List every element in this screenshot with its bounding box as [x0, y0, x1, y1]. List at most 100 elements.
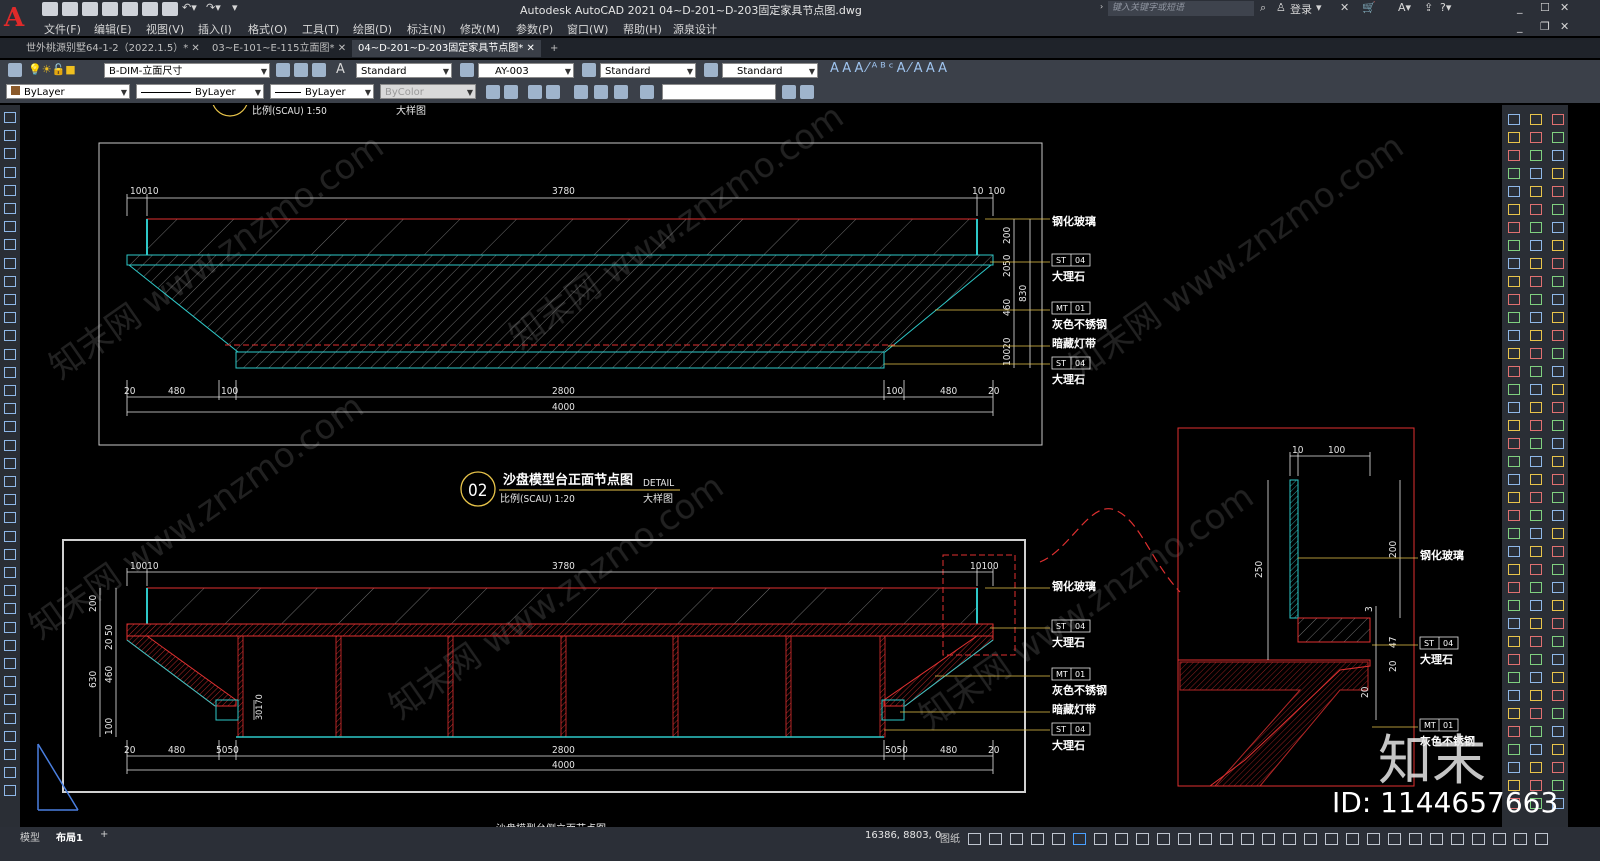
tab-model[interactable]: 模型 [20, 829, 40, 844]
status-toggle-icon[interactable] [1493, 833, 1506, 845]
draw-tool-icon[interactable] [4, 221, 16, 233]
undo-icon[interactable]: ↶▾ [182, 1, 197, 14]
modify-tool-icon[interactable] [1530, 528, 1542, 539]
draw-tool-icon[interactable] [4, 439, 16, 451]
modify-tool-icon[interactable] [1530, 294, 1542, 305]
save-as-icon[interactable] [102, 2, 118, 16]
menu-view[interactable]: 视图(V) [146, 21, 184, 37]
modify-tool-icon[interactable] [1552, 690, 1564, 701]
design-center-icon[interactable] [528, 85, 542, 99]
tab-document-1[interactable]: 世外桃源别墅64-1-2（2022.1.5）* ✕ [20, 40, 206, 57]
grid-icon[interactable] [574, 85, 588, 99]
status-toggle-icon[interactable] [1325, 833, 1338, 845]
add-layout-button[interactable]: + [100, 829, 108, 840]
detail-bevel[interactable] [1179, 661, 1369, 787]
command-input[interactable] [662, 84, 776, 100]
modify-tool-icon[interactable] [1530, 726, 1542, 737]
draw-tool-icon[interactable] [4, 166, 16, 178]
modify-tool-icon[interactable] [1552, 330, 1564, 341]
modify-tool-icon[interactable] [1508, 312, 1520, 323]
modify-tool-icon[interactable] [1530, 546, 1542, 557]
layer-isolate-icon[interactable] [312, 63, 326, 77]
status-toggle-icon[interactable] [989, 833, 1002, 845]
login-dropdown-icon[interactable]: ▾ [1316, 1, 1322, 14]
draw-tool-icon[interactable] [4, 330, 16, 342]
navigate-icon[interactable] [800, 85, 814, 99]
maximize-button[interactable]: ☐ [1540, 1, 1550, 14]
open-file-icon[interactable] [62, 2, 78, 16]
status-toggle-icon[interactable] [1136, 833, 1149, 845]
modify-tool-icon[interactable] [1530, 276, 1542, 287]
draw-tool-icon[interactable] [4, 403, 16, 415]
mleader-style-dropdown[interactable]: Standard ▼ [722, 63, 818, 78]
detail-marble[interactable] [1297, 617, 1371, 643]
quick-access-dropdown-icon[interactable]: ▾ [232, 1, 238, 14]
properties-palette-icon[interactable] [504, 85, 518, 99]
modify-tool-icon[interactable] [1530, 204, 1542, 215]
layer-match-icon[interactable] [294, 63, 308, 77]
modify-tool-icon[interactable] [1530, 222, 1542, 233]
modify-tool-icon[interactable] [1508, 348, 1520, 359]
modify-tool-icon[interactable] [1552, 726, 1564, 737]
modify-tool-icon[interactable] [1552, 744, 1564, 755]
modify-tool-icon[interactable] [1508, 654, 1520, 665]
draw-tool-icon[interactable] [4, 148, 16, 160]
status-toggle-icon[interactable] [1346, 833, 1359, 845]
draw-tool-icon[interactable] [4, 275, 16, 287]
modify-tool-icon[interactable] [1508, 420, 1520, 431]
markup-icon[interactable] [614, 85, 628, 99]
modify-tool-icon[interactable] [1530, 366, 1542, 377]
modify-tool-icon[interactable] [1552, 114, 1564, 125]
modify-tool-icon[interactable] [1552, 708, 1564, 719]
modify-tool-icon[interactable] [1508, 618, 1520, 629]
search-input[interactable]: 键入关键字或短语 [1108, 1, 1254, 16]
text-style-dropdown[interactable]: Standard ▼ [356, 63, 452, 78]
modify-tool-icon[interactable] [1530, 456, 1542, 467]
autocad-logo-icon[interactable]: A [4, 4, 30, 32]
text-tools-icons[interactable]: AAA⁄ᴬᴮᶜA⁄AAA [830, 61, 950, 76]
draw-tool-icon[interactable] [4, 348, 16, 360]
modify-tool-icon[interactable] [1552, 582, 1564, 593]
layer-properties-icon[interactable] [8, 63, 22, 77]
modify-tool-icon[interactable] [1508, 582, 1520, 593]
modify-tool-icon[interactable] [1530, 744, 1542, 755]
modify-tool-icon[interactable] [1552, 636, 1564, 647]
draw-tool-icon[interactable] [4, 749, 16, 760]
modify-tool-icon[interactable] [1552, 420, 1564, 431]
modify-tool-icon[interactable] [1552, 600, 1564, 611]
draw-tool-icon[interactable] [4, 203, 16, 214]
status-toggle-icon[interactable] [1451, 833, 1464, 845]
modify-tool-icon[interactable] [1552, 438, 1564, 449]
share-icon[interactable]: ⇪ [1424, 1, 1433, 14]
modify-tool-icon[interactable] [1530, 672, 1542, 683]
linetype-dropdown[interactable]: ByLayer ▼ [136, 84, 264, 99]
modify-tool-icon[interactable] [1530, 384, 1542, 395]
modify-tool-icon[interactable] [1508, 168, 1520, 179]
modify-tool-icon[interactable] [1530, 438, 1542, 449]
new-file-icon[interactable] [42, 2, 58, 16]
modify-tool-icon[interactable] [1530, 186, 1542, 197]
modify-tool-icon[interactable] [1530, 330, 1542, 341]
publish-icon[interactable] [142, 2, 158, 16]
tab-layout1[interactable]: 布局1 [56, 829, 83, 844]
modify-tool-icon[interactable] [1508, 474, 1520, 485]
draw-tool-icon[interactable] [4, 767, 16, 779]
menu-help[interactable]: 帮助(H) [623, 21, 662, 37]
status-toggle-icon[interactable] [1199, 833, 1212, 845]
match-properties-icon[interactable] [486, 85, 500, 99]
draw-tool-icon[interactable] [4, 585, 16, 597]
modify-tool-icon[interactable] [1508, 528, 1520, 539]
draw-tool-icon[interactable] [4, 548, 16, 560]
modify-tool-icon[interactable] [1530, 690, 1542, 701]
modify-tool-icon[interactable] [1508, 564, 1520, 575]
modify-tool-icon[interactable] [1508, 222, 1520, 233]
modify-tool-icon[interactable] [1552, 672, 1564, 683]
modify-tool-icon[interactable] [1530, 258, 1542, 269]
modify-tool-icon[interactable] [1508, 690, 1520, 701]
modify-tool-icon[interactable] [1530, 564, 1542, 575]
modify-tool-icon[interactable] [1530, 474, 1542, 485]
status-toggle-icon[interactable] [1073, 833, 1086, 845]
draw-tool-icon[interactable] [4, 730, 16, 742]
status-toggle-icon[interactable] [1115, 833, 1128, 845]
cart-icon[interactable]: 🛒 [1362, 1, 1376, 14]
